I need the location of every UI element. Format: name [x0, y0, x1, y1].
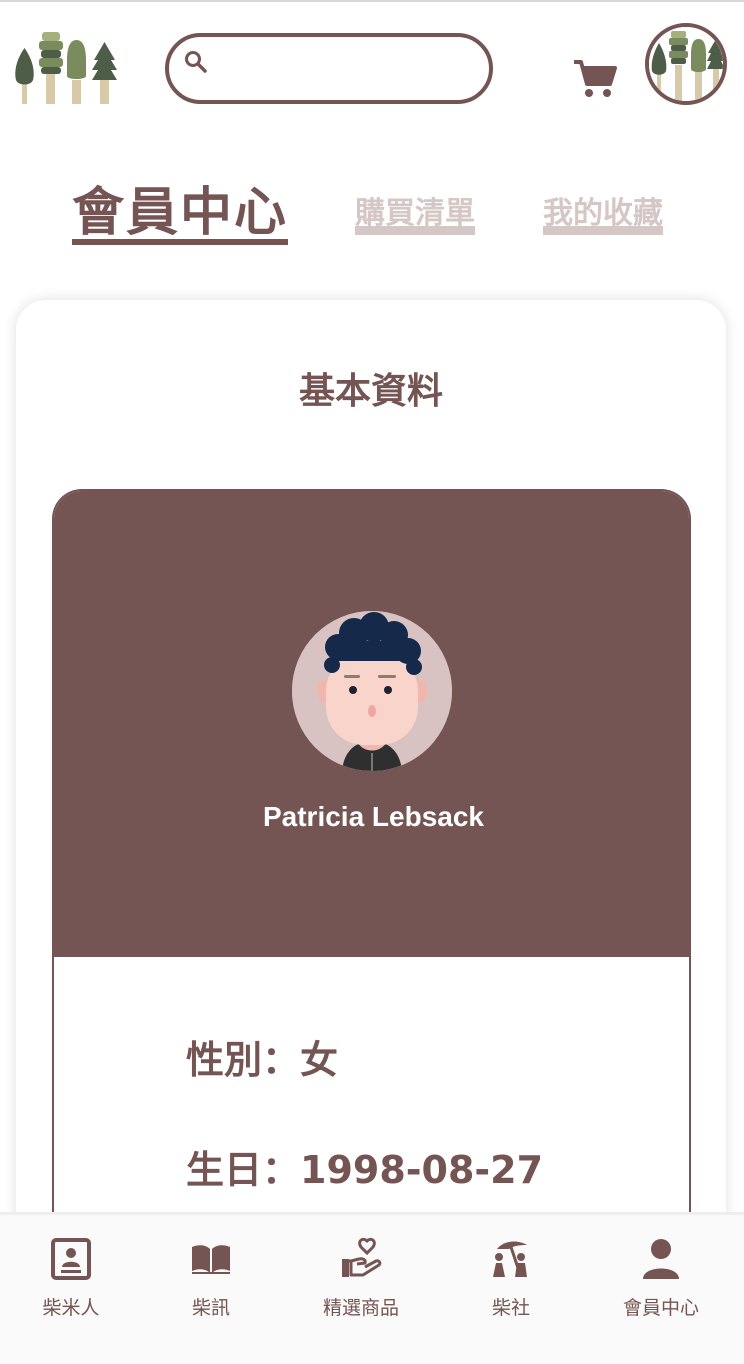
search-bar[interactable] — [165, 33, 493, 104]
cart-icon[interactable] — [572, 58, 618, 100]
community-icon — [489, 1237, 533, 1281]
trees-avatar-icon[interactable] — [645, 23, 727, 105]
user-icon — [639, 1237, 683, 1281]
nav-label: 會員中心 — [622, 1297, 699, 1319]
active-tab-underline — [72, 239, 289, 245]
member-profile: Patricia Lebsack 性別：女 生日：1998-08-27 — [52, 489, 691, 1249]
nav-item-featured-products[interactable]: 精選商品 — [286, 1215, 436, 1325]
nav-label: 精選商品 — [322, 1297, 399, 1319]
birthday-field: 生日：1998-08-27 — [186, 1148, 544, 1192]
gender-field: 性別：女 — [186, 1038, 339, 1082]
search-icon — [183, 49, 209, 75]
tab-label: 會員中心 — [72, 183, 289, 243]
nav-label: 柴訊 — [191, 1297, 230, 1319]
basic-info-card: 基本資料 Patricia Lebsack 性別：女 生日：1998-08-27 — [16, 300, 726, 1300]
member-avatar-icon[interactable] — [292, 611, 452, 771]
tab-underline — [543, 226, 663, 235]
nav-item-community[interactable]: 柴社 — [436, 1215, 586, 1325]
book-icon — [189, 1237, 233, 1281]
tab-my-favorites[interactable]: 我的收藏 — [543, 188, 663, 235]
nav-item-news[interactable]: 柴訊 — [136, 1215, 286, 1325]
profile-header: Patricia Lebsack — [54, 491, 689, 957]
trees-logo-icon[interactable] — [14, 30, 120, 106]
tab-purchase-list[interactable]: 購買清單 — [355, 188, 475, 235]
member-name: Patricia Lebsack — [262, 801, 485, 832]
search-input[interactable] — [217, 47, 477, 87]
nav-label: 柴米人 — [42, 1297, 100, 1319]
contact-card-icon — [49, 1237, 93, 1281]
tab-underline — [355, 226, 475, 235]
nav-label: 柴社 — [491, 1297, 530, 1319]
header — [0, 2, 744, 122]
hand-heart-icon — [339, 1237, 383, 1281]
card-title: 基本資料 — [298, 371, 443, 412]
tab-member-center[interactable]: 會員中心 — [72, 170, 289, 245]
nav-item-member-center[interactable]: 會員中心 — [586, 1215, 736, 1325]
bottom-nav: 柴米人 柴訊 精選商品 柴社 會員中心 — [0, 1212, 744, 1364]
member-tabs: 會員中心 購買清單 我的收藏 — [0, 170, 744, 260]
nav-item-chaimiren[interactable]: 柴米人 — [0, 1215, 146, 1325]
